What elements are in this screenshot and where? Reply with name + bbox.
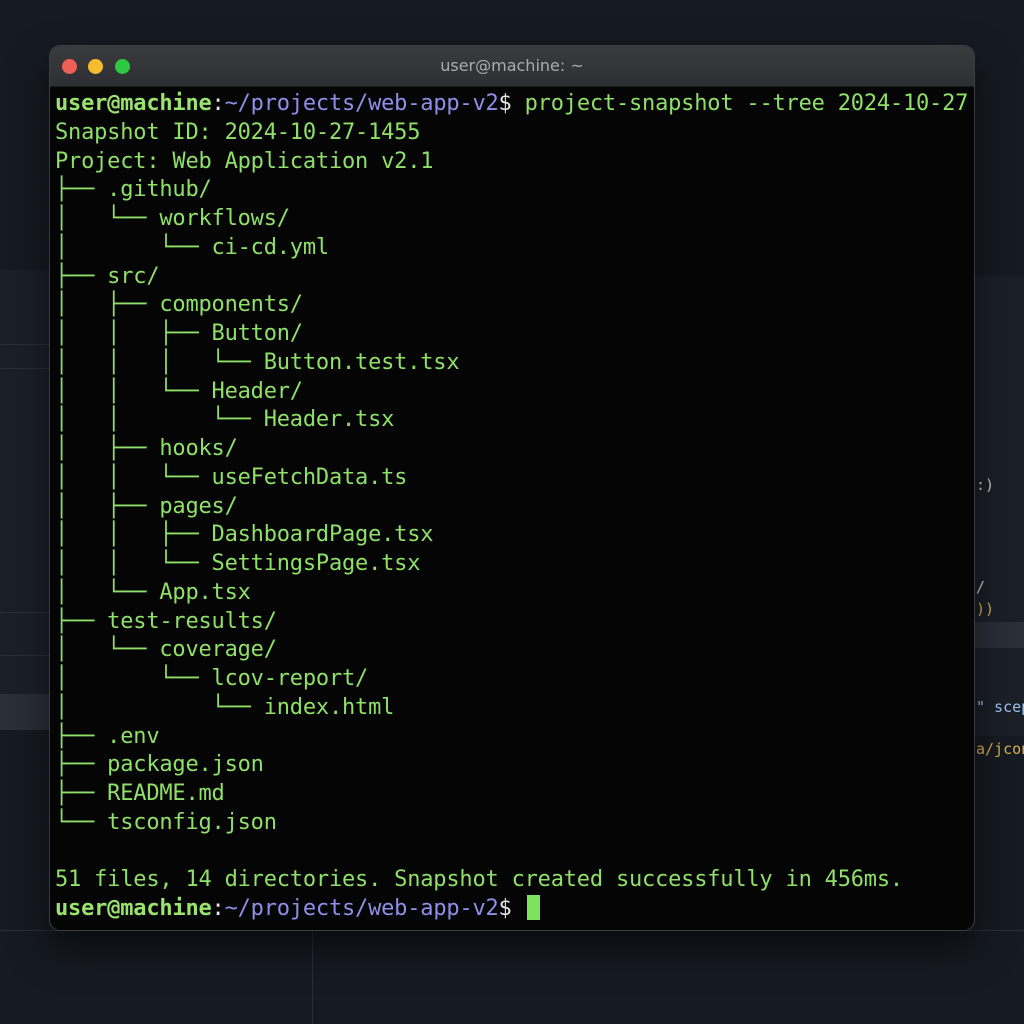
prompt-colon: : — [211, 91, 225, 116]
background-divider — [312, 930, 313, 1024]
tree-line: ├── README.md — [55, 781, 225, 806]
tree-line: ├── package.json — [55, 752, 264, 778]
background-editor-pane-left — [0, 270, 50, 730]
tree-line: │ └── lcov-report/ — [55, 666, 369, 691]
tree-line: │ │ └── Header.tsx — [55, 407, 395, 433]
background-divider — [0, 368, 50, 369]
text-cursor[interactable] — [526, 895, 540, 920]
tree-line: │ │ ├── Button/ — [55, 321, 303, 346]
tree-line: │ └── ci-cd.yml — [55, 234, 329, 260]
tree-line: └── tsconfig.json — [55, 809, 277, 835]
tree-line: ├── .github/ — [55, 177, 212, 203]
tree-line: │ ├── hooks/ — [55, 436, 238, 461]
prompt-path: ~/projects/web-app-v2 — [224, 91, 499, 116]
tree-line: │ └── App.tsx — [55, 579, 251, 605]
tree-line: │ └── index.html — [55, 694, 395, 720]
prompt-dollar: $ — [498, 91, 512, 116]
tree-line: ├── src/ — [55, 263, 160, 289]
prompt-user-host: user@machine — [55, 91, 212, 116]
active-prompt-line[interactable]: user@machine:~/projects/web-app-v2$ — [55, 895, 974, 924]
tree-line: │ ├── components/ — [55, 292, 303, 318]
tree-line: │ │ ├── DashboardPage.tsx — [55, 522, 434, 548]
tree-line: ├── .env — [55, 723, 160, 749]
window-title: user@machine: ~ — [440, 56, 584, 75]
background-code-fragment: )) — [976, 600, 995, 618]
command-text: project-snapshot --tree 2024-10-27 — [524, 91, 969, 116]
background-code-fragment: / — [976, 578, 986, 596]
tree-line: │ └── coverage/ — [55, 637, 277, 663]
tree-line: │ │ └── useFetchData.ts — [55, 464, 408, 490]
project-line: Project: Web Application v2.1 — [55, 148, 434, 174]
tree-line: │ │ │ └── Button.test.tsx — [55, 349, 460, 375]
prompt-dollar: $ — [498, 896, 512, 921]
tree-line: │ │ └── Header/ — [55, 378, 303, 404]
terminal-output[interactable]: user@machine:~/projects/web-app-v2$ proj… — [50, 87, 974, 930]
window-titlebar[interactable]: user@machine: ~ — [50, 46, 974, 87]
tree-line: │ │ └── SettingsPage.tsx — [55, 551, 421, 576]
prompt-colon: : — [211, 896, 225, 921]
terminal-window[interactable]: user@machine: ~ user@machine:~/projects/… — [50, 46, 974, 930]
tree-line: │ ├── pages/ — [55, 493, 238, 519]
background-divider — [0, 344, 50, 345]
background-code-fragment: :) — [976, 476, 995, 494]
background-code-fragment: a/jcon — [976, 740, 1024, 758]
command-line: user@machine:~/projects/web-app-v2$ proj… — [55, 90, 974, 119]
background-highlight-row — [0, 694, 50, 730]
background-divider — [0, 612, 50, 613]
background-editor-pane-right — [974, 276, 1024, 736]
background-divider — [0, 930, 1024, 931]
snapshot-id-line: Snapshot ID: 2024-10-27-1455 — [55, 119, 421, 145]
background-divider — [0, 655, 50, 656]
tree-line: │ └── workflows/ — [55, 206, 290, 231]
summary-line: 51 files, 14 directories. Snapshot creat… — [55, 867, 903, 893]
prompt-path: ~/projects/web-app-v2 — [224, 896, 499, 921]
background-highlight-row — [974, 622, 1024, 648]
background-code-fragment: " scep — [976, 698, 1024, 716]
prompt-user-host: user@machine — [55, 896, 212, 921]
tree-line: ├── test-results/ — [55, 608, 277, 634]
file-tree: ├── .github/ │ └── workflows/ │ └── ci-c… — [55, 176, 974, 837]
